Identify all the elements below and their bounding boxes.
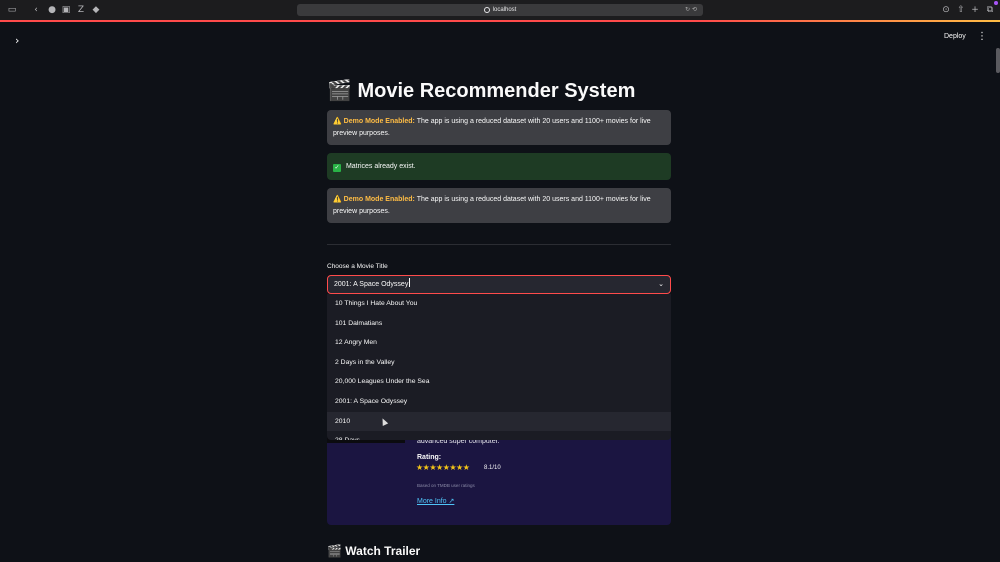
chevron-down-icon[interactable]: ⌄ bbox=[658, 276, 664, 293]
tabs-overview-icon[interactable]: ⧉ bbox=[985, 5, 995, 15]
warning-icon: ⚠️ bbox=[333, 117, 342, 125]
notification-dot bbox=[994, 1, 998, 5]
alert-text: Matrices already exist. bbox=[345, 163, 416, 170]
browser-toolbar: ▭ ‹ ● ▣ Z ◆ localhost ↻ ⟲ ⊙ ⇧ + ⧉ bbox=[0, 0, 1000, 20]
extension-icon[interactable]: ● bbox=[47, 5, 57, 15]
dropdown-option[interactable]: 2001: A Space Odyssey bbox=[327, 392, 671, 412]
new-tab-icon[interactable]: + bbox=[970, 5, 980, 15]
url-text: localhost bbox=[492, 7, 517, 13]
clapperboard-icon: 🎬 bbox=[327, 544, 342, 558]
site-info-icon bbox=[483, 7, 490, 13]
rating-label: Rating: bbox=[417, 454, 442, 461]
movie-options-dropdown[interactable]: 10 Things I Hate About You 101 Dalmatian… bbox=[327, 294, 671, 440]
clapperboard-icon: 🎬 bbox=[327, 78, 352, 102]
deploy-button[interactable]: Deploy bbox=[944, 33, 966, 40]
alert-label: Demo Mode Enabled: bbox=[343, 196, 415, 203]
trailer-title: Watch Trailer bbox=[345, 544, 421, 558]
divider bbox=[327, 244, 671, 245]
back-icon[interactable]: ‹ bbox=[31, 5, 41, 15]
download-icon[interactable]: ⊙ bbox=[941, 5, 951, 15]
dropdown-option[interactable]: 10 Things I Hate About You bbox=[327, 294, 671, 314]
sidebar-toggle-icon[interactable]: ▭ bbox=[7, 5, 17, 15]
reader-icon[interactable]: ▣ bbox=[61, 5, 71, 15]
check-icon: ✓ bbox=[333, 164, 341, 172]
page-title: 🎬 Movie Recommender System bbox=[327, 78, 635, 103]
more-info-link[interactable]: More Info ↗ bbox=[417, 497, 454, 505]
scrollbar[interactable] bbox=[996, 48, 1000, 73]
page-title-text: Movie Recommender System bbox=[357, 80, 636, 102]
shield-icon[interactable]: ◆ bbox=[91, 5, 101, 15]
app-status-line bbox=[0, 20, 1000, 22]
warning-icon: ⚠️ bbox=[333, 195, 342, 203]
dropdown-option[interactable]: 20,000 Leagues Under the Sea bbox=[327, 372, 671, 392]
demo-mode-alert: ⚠️ Demo Mode Enabled: The app is using a… bbox=[327, 110, 671, 145]
rating-stars-icon: ★★★★★★★★ bbox=[416, 463, 470, 472]
expand-sidebar-icon[interactable]: › bbox=[15, 34, 19, 47]
zotero-icon[interactable]: Z bbox=[76, 5, 86, 15]
reload-icon[interactable]: ↻ ⟲ bbox=[685, 6, 697, 13]
share-icon[interactable]: ⇧ bbox=[956, 5, 966, 15]
dropdown-option[interactable]: 12 Angry Men bbox=[327, 333, 671, 353]
main-menu-icon[interactable]: ⋮ bbox=[977, 31, 987, 42]
success-alert: ✓ Matrices already exist. bbox=[327, 153, 671, 180]
dropdown-option[interactable]: 28 Days bbox=[327, 431, 671, 440]
movie-select-label: Choose a Movie Title bbox=[327, 263, 388, 270]
dropdown-option[interactable]: 2 Days in the Valley bbox=[327, 353, 671, 373]
dropdown-option-hovered[interactable]: 2010 bbox=[327, 411, 671, 432]
movie-select-input[interactable]: 2001: A Space Odyssey ⌄ bbox=[327, 275, 671, 294]
trailer-heading: 🎬 Watch Trailer bbox=[327, 544, 420, 558]
text-caret bbox=[409, 278, 411, 287]
alert-label: Demo Mode Enabled: bbox=[343, 118, 415, 125]
movie-select-value: 2001: A Space Odyssey bbox=[334, 281, 409, 288]
rating-value: 8.1/10 bbox=[484, 465, 501, 471]
demo-mode-alert: ⚠️ Demo Mode Enabled: The app is using a… bbox=[327, 188, 671, 223]
movie-card: advanced super computer. Rating: ★★★★★★★… bbox=[327, 432, 671, 525]
dropdown-option[interactable]: 101 Dalmatians bbox=[327, 314, 671, 334]
rating-source: Based on TMDB user ratings bbox=[417, 483, 475, 488]
url-bar[interactable]: localhost ↻ ⟲ bbox=[297, 4, 703, 16]
